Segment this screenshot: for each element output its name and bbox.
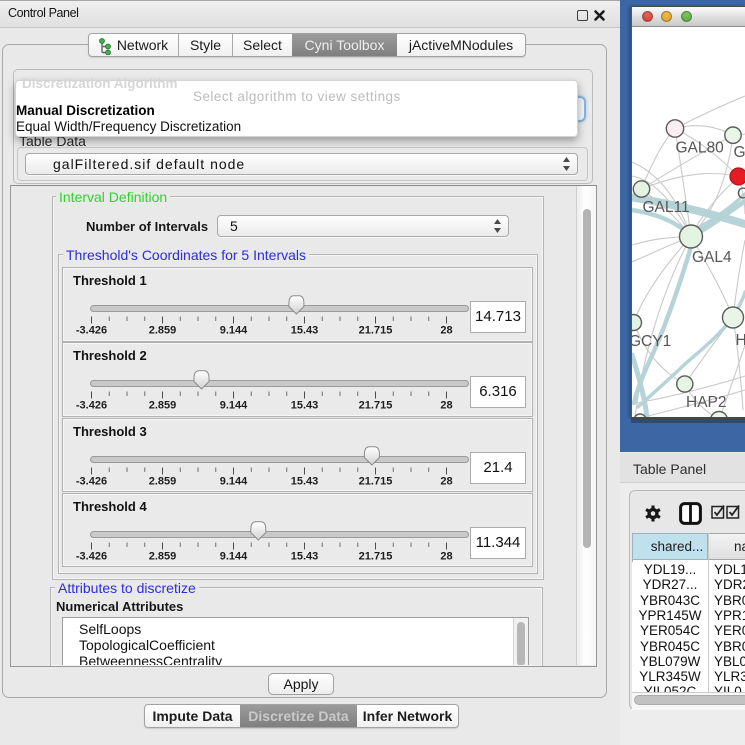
- svg-text:2.859: 2.859: [149, 550, 177, 562]
- svg-text:21.715: 21.715: [359, 325, 393, 337]
- svg-text:21.715: 21.715: [359, 550, 393, 562]
- svg-text:GAL11: GAL11: [643, 199, 690, 216]
- svg-text:-3.426: -3.426: [76, 550, 107, 562]
- svg-text:9.144: 9.144: [220, 475, 248, 487]
- svg-text:9.144: 9.144: [220, 550, 248, 562]
- svg-text:15.43: 15.43: [291, 400, 319, 412]
- svg-text:-3.426: -3.426: [76, 475, 107, 487]
- svg-text:-3.426: -3.426: [76, 400, 107, 412]
- svg-text:2.859: 2.859: [149, 400, 177, 412]
- svg-text:GCY1: GCY1: [632, 333, 671, 350]
- svg-text:15.43: 15.43: [291, 475, 319, 487]
- svg-text:2.859: 2.859: [149, 325, 177, 337]
- svg-text:28: 28: [440, 550, 452, 562]
- svg-text:C: C: [737, 186, 745, 203]
- svg-text:H: H: [736, 332, 745, 349]
- svg-text:28: 28: [440, 475, 452, 487]
- svg-text:9.144: 9.144: [220, 325, 248, 337]
- svg-text:15.43: 15.43: [291, 325, 319, 337]
- svg-text:15.43: 15.43: [291, 550, 319, 562]
- svg-text:9.144: 9.144: [220, 400, 248, 412]
- svg-text:21.715: 21.715: [359, 475, 393, 487]
- svg-text:2.859: 2.859: [149, 475, 177, 487]
- svg-text:GAL80: GAL80: [676, 140, 725, 157]
- svg-text:HAP2: HAP2: [686, 394, 727, 411]
- svg-text:28: 28: [440, 400, 452, 412]
- svg-text:21.715: 21.715: [359, 400, 393, 412]
- svg-text:GAL4: GAL4: [692, 249, 732, 266]
- svg-text:-3.426: -3.426: [76, 325, 107, 337]
- svg-text:28: 28: [440, 325, 452, 337]
- svg-text:GA: GA: [734, 144, 745, 161]
